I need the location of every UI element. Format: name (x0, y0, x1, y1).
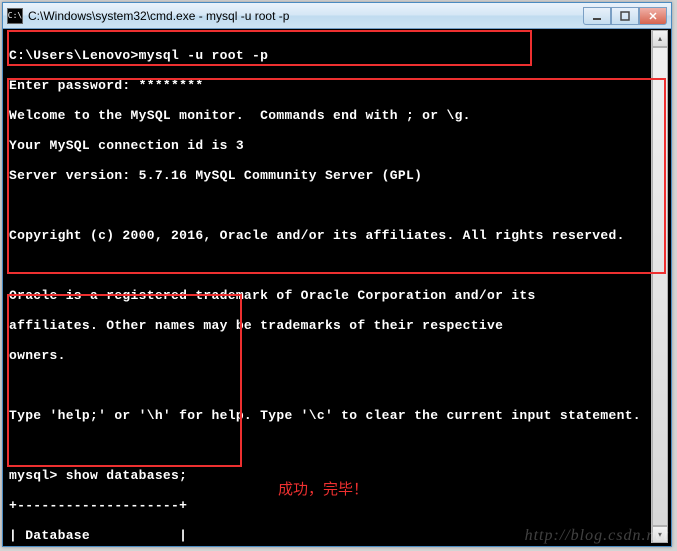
help-line: Type 'help;' or '\h' for help. Type '\c'… (9, 408, 665, 423)
table-border: +--------------------+ (9, 498, 665, 513)
close-button[interactable] (639, 7, 667, 25)
scroll-thumb[interactable] (652, 47, 668, 526)
login-command: C:\Users\Lenovo>mysql -u root -p (9, 48, 665, 63)
copyright-line: Copyright (c) 2000, 2016, Oracle and/or … (9, 228, 665, 243)
connection-id: Your MySQL connection id is 3 (9, 138, 665, 153)
minimize-button[interactable] (583, 7, 611, 25)
annotation-success: 成功，完毕！ (278, 478, 368, 499)
terminal-output[interactable]: C:\Users\Lenovo>mysql -u root -p Enter p… (3, 29, 671, 546)
maximize-button[interactable] (611, 7, 639, 25)
titlebar[interactable]: C:\ C:\Windows\system32\cmd.exe - mysql … (3, 3, 671, 29)
trademark-line: Oracle is a registered trademark of Orac… (9, 288, 665, 303)
server-version: Server version: 5.7.16 MySQL Community S… (9, 168, 665, 183)
watermark-text: http://blog.csdn.net (525, 527, 669, 545)
password-prompt: Enter password: ******** (9, 78, 665, 93)
scroll-up-button[interactable]: ▴ (652, 30, 668, 47)
welcome-line: Welcome to the MySQL monitor. Commands e… (9, 108, 665, 123)
window-title: C:\Windows\system32\cmd.exe - mysql -u r… (28, 9, 583, 23)
trademark-line: affiliates. Other names may be trademark… (9, 318, 665, 333)
cmd-icon: C:\ (7, 8, 23, 24)
vertical-scrollbar[interactable]: ▴ ▾ (651, 30, 668, 543)
window-controls (583, 7, 667, 25)
cmd-window: C:\ C:\Windows\system32\cmd.exe - mysql … (2, 2, 672, 547)
trademark-line: owners. (9, 348, 665, 363)
